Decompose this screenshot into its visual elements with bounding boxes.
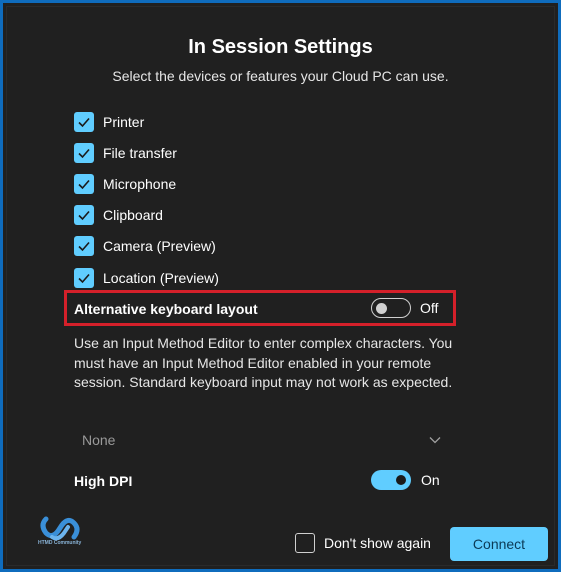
alt-keyboard-label: Alternative keyboard layout — [74, 301, 258, 317]
dropdown-value: None — [82, 432, 116, 448]
dont-show-again-checkbox[interactable]: Don't show again — [295, 533, 431, 553]
device-label: Location (Preview) — [103, 269, 219, 286]
dont-show-again-label: Don't show again — [324, 535, 431, 551]
chevron-down-icon — [429, 437, 441, 444]
high-dpi-toggle[interactable] — [371, 470, 411, 490]
checkbox-checked-icon[interactable] — [74, 142, 94, 163]
checkbox-checked-icon[interactable] — [74, 236, 94, 257]
alt-keyboard-state: Off — [420, 300, 439, 316]
checkbox-checked-icon[interactable] — [74, 205, 94, 226]
alt-keyboard-description: Use an Input Method Editor to enter comp… — [74, 335, 453, 390]
ime-dropdown[interactable]: None — [74, 424, 444, 454]
device-item-camera[interactable]: Camera (Preview) — [74, 231, 219, 262]
device-item-location[interactable]: Location (Preview) — [74, 262, 219, 293]
checkbox-checked-icon[interactable] — [74, 267, 94, 288]
checkbox-unchecked-icon[interactable] — [295, 533, 315, 553]
checkbox-checked-icon[interactable] — [74, 111, 94, 132]
device-checklist: Printer File transfer Microphone Clipboa… — [74, 106, 219, 293]
connect-button[interactable]: Connect — [450, 527, 548, 561]
checkbox-checked-icon[interactable] — [74, 173, 94, 194]
device-item-file-transfer[interactable]: File transfer — [74, 137, 219, 168]
toggle-knob — [396, 475, 406, 485]
device-label: Microphone — [103, 175, 177, 192]
device-label: Printer — [103, 113, 145, 130]
alt-keyboard-toggle[interactable] — [371, 298, 411, 318]
device-label: Clipboard — [103, 207, 163, 224]
high-dpi-state: On — [421, 472, 440, 488]
dialog-title: In Session Settings — [188, 36, 373, 58]
high-dpi-label: High DPI — [74, 473, 133, 489]
toggle-knob — [376, 302, 387, 314]
device-item-clipboard[interactable]: Clipboard — [74, 200, 219, 231]
device-item-printer[interactable]: Printer — [74, 106, 219, 137]
device-label: Camera (Preview) — [103, 238, 216, 255]
device-item-microphone[interactable]: Microphone — [74, 168, 219, 199]
device-label: File transfer — [103, 144, 177, 161]
dialog-subtitle: Select the devices or features your Clou… — [112, 68, 449, 84]
logo-text: HTMD Community — [38, 540, 82, 546]
